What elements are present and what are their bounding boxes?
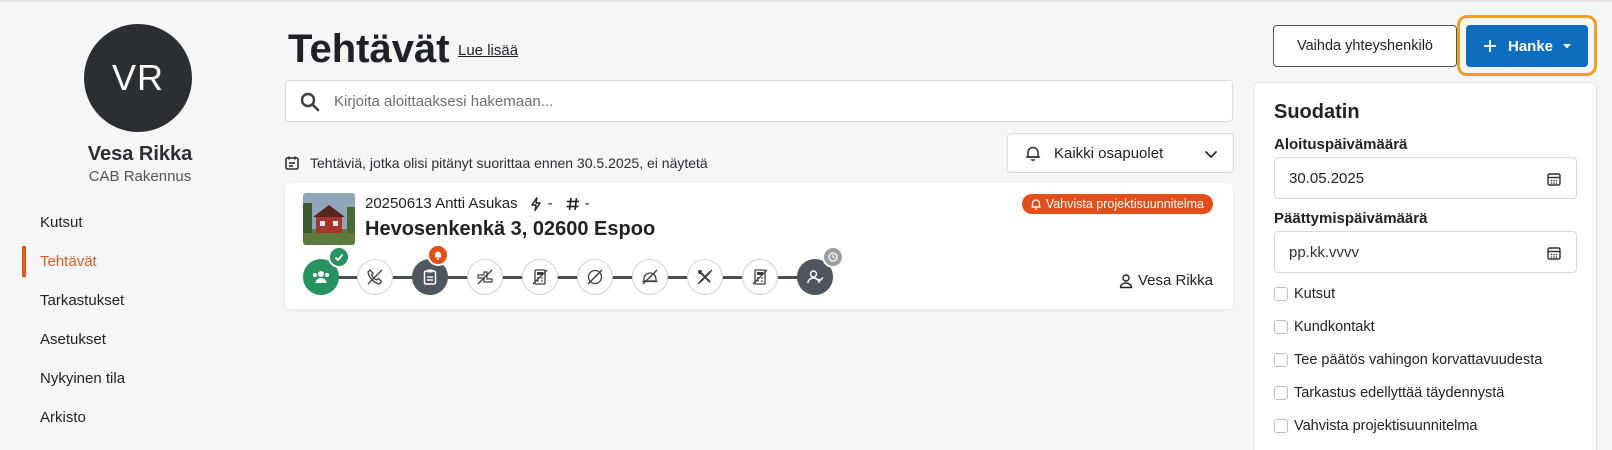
filter-option-kundkontakt[interactable]: Kundkontakt	[1274, 316, 1375, 338]
change-contact-button[interactable]: Vaihda yhteyshenkilö	[1273, 25, 1457, 67]
party-filter-value: Kaikki osapuolet	[1054, 144, 1164, 162]
filter-option-label: Tarkastus edellyttää täydennystä	[1294, 385, 1505, 401]
calendar-icon[interactable]	[1546, 171, 1562, 187]
end-date-field[interactable]	[1274, 231, 1577, 273]
search-bar	[285, 80, 1233, 122]
sidebar-item-arkisto[interactable]: Arkisto	[22, 398, 242, 437]
helmet-off-icon	[642, 269, 658, 285]
sidebar-item-tarkastukset[interactable]: Tarkastukset	[22, 281, 242, 320]
task-assignee: Vesa Rikka	[1118, 272, 1213, 289]
calendar-icon	[285, 156, 299, 170]
person-icon	[1119, 273, 1133, 288]
filter-option-korvattavuus[interactable]: Tee päätös vahingon korvattavuudesta	[1274, 349, 1542, 371]
tools-off-icon	[697, 269, 713, 285]
end-date-label: Päättymispäivämäärä	[1274, 210, 1428, 227]
read-more-link[interactable]: Lue lisää	[458, 42, 518, 59]
group-icon	[313, 271, 329, 283]
checkbox[interactable]	[1274, 320, 1288, 334]
step-pipe[interactable]	[467, 259, 503, 295]
status-badge-label: Vahvista projektisuunnitelma	[1045, 197, 1204, 211]
step-user-check[interactable]	[797, 246, 844, 295]
pipe-off-icon	[477, 269, 493, 285]
new-project-label: Hanke	[1508, 37, 1554, 55]
filter-option-tarkastus[interactable]: Tarkastus edellyttää täydennystä	[1274, 382, 1504, 404]
filter-option-label: Kundkontakt	[1294, 319, 1375, 335]
checkbox[interactable]	[1274, 287, 1288, 301]
calculator-off-icon	[532, 269, 548, 285]
filter-option-label: Tee päätös vahingon korvattavuudesta	[1294, 352, 1543, 368]
filter-title: Suodatin	[1274, 101, 1360, 123]
avatar: VR	[84, 24, 192, 132]
plus-icon	[1484, 40, 1496, 52]
new-project-button[interactable]: Hanke	[1466, 25, 1588, 67]
sidebar-nav: Kutsut Tehtävät Tarkastukset Asetukset N…	[22, 203, 242, 437]
end-date-input[interactable]	[1289, 243, 1529, 261]
bell-icon	[1031, 199, 1041, 210]
task-id-owner: 20250613 Antti Asukas	[365, 195, 518, 212]
house-thumbnail	[303, 193, 355, 245]
step-tools[interactable]	[687, 259, 723, 295]
party-filter-dropdown[interactable]: Kaikki osapuolet	[1007, 133, 1234, 173]
phone-off-icon	[367, 269, 383, 285]
status-badge[interactable]: Vahvista projektisuunnitelma	[1021, 194, 1213, 214]
start-date-label: Aloituspäivämäärä	[1274, 136, 1408, 153]
gauge-off-icon	[587, 269, 603, 285]
step-gauge[interactable]	[577, 259, 613, 295]
sidebar-item-kutsut[interactable]: Kutsut	[22, 203, 242, 242]
number-value: -	[584, 195, 590, 212]
user-check-icon	[807, 270, 824, 284]
task-card[interactable]: 20250613 Antti Asukas - - Hevosenkenkä 3…	[285, 183, 1233, 309]
filter-option-projektisuunnitelma[interactable]: Vahvista projektisuunnitelma	[1274, 415, 1478, 437]
filter-option-kutsut[interactable]: Kutsut	[1274, 283, 1335, 305]
calculator-off-icon	[752, 269, 768, 285]
clock-icon	[822, 246, 844, 268]
step-phone[interactable]	[357, 259, 393, 295]
power-value: -	[547, 195, 553, 212]
search-input[interactable]	[334, 81, 1214, 121]
caret-down-icon	[1563, 44, 1572, 49]
notice-text: Tehtäviä, jotka olisi pitänyt suorittaa …	[310, 155, 708, 171]
step-calculator[interactable]	[522, 259, 558, 295]
assignee-name: Vesa Rikka	[1137, 272, 1213, 289]
step-group[interactable]	[303, 246, 350, 295]
calendar-icon[interactable]	[1546, 245, 1562, 261]
start-date-field[interactable]	[1274, 157, 1577, 199]
task-meta: 20250613 Antti Asukas - -	[365, 195, 592, 212]
search-icon	[300, 92, 320, 112]
filter-option-label: Vahvista projektisuunnitelma	[1294, 418, 1478, 434]
sidebar-item-nykyinen-tila[interactable]: Nykyinen tila	[22, 359, 242, 398]
step-helmet[interactable]	[632, 259, 668, 295]
task-progress-steps	[303, 244, 863, 297]
hidden-tasks-notice: Tehtäviä, jotka olisi pitänyt suorittaa …	[284, 153, 708, 173]
hash-icon	[566, 197, 579, 210]
page-title: Tehtävät	[288, 27, 450, 71]
chevron-down-icon	[1205, 151, 1217, 158]
checkbox[interactable]	[1274, 353, 1288, 367]
sidebar-item-tehtavat[interactable]: Tehtävät	[22, 242, 242, 281]
checkbox[interactable]	[1274, 386, 1288, 400]
filter-option-label: Kutsut	[1294, 286, 1336, 302]
step-calculator-2[interactable]	[742, 259, 778, 295]
sidebar: VR Vesa Rikka CAB Rakennus Kutsut Tehtäv…	[0, 0, 260, 450]
task-address: Hevosenkenkä 3, 02600 Espoo	[365, 218, 656, 240]
sidebar-item-asetukset[interactable]: Asetukset	[22, 320, 242, 359]
start-date-input[interactable]	[1289, 169, 1529, 187]
alert-bell-icon	[427, 244, 449, 266]
check-icon	[328, 246, 350, 268]
user-company: CAB Rakennus	[88, 168, 192, 185]
clipboard-icon	[423, 269, 437, 285]
user-name: Vesa Rikka	[87, 143, 193, 165]
power-icon	[530, 196, 541, 211]
bell-icon	[1025, 146, 1041, 161]
step-clipboard[interactable]	[412, 244, 449, 295]
checkbox[interactable]	[1274, 419, 1288, 433]
filter-panel: Suodatin Aloituspäivämäärä Päättymispäiv…	[1253, 82, 1597, 450]
